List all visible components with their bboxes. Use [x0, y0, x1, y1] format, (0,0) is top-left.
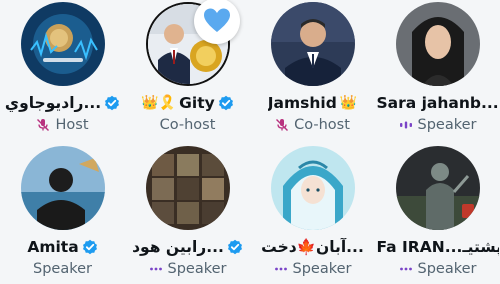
participant-tile[interactable]: Amita Speaker: [0, 146, 125, 284]
participant-name: راديوجاوي...: [4, 94, 102, 112]
participant-role: Speaker: [167, 261, 227, 277]
participant-role: Speaker: [292, 261, 352, 277]
avatar[interactable]: [395, 2, 480, 86]
participant-role: Speaker: [417, 117, 477, 133]
verified-badge-icon: [227, 239, 242, 255]
avatar[interactable]: [145, 146, 230, 230]
name-badge: 👑🎗️: [141, 95, 177, 111]
verified-badge-icon: [218, 95, 233, 111]
name-badge: 👑: [339, 95, 358, 111]
participant-tile[interactable]: رابين هود... Speaker: [125, 146, 250, 284]
avatar[interactable]: [270, 2, 355, 86]
speakers-grid: راديوجاوي... Host 👑🎗️ Gity Co-host Jamsh…: [0, 0, 500, 277]
participant-tile[interactable]: راديوجاوي... Host: [0, 2, 125, 140]
avatar[interactable]: [395, 146, 480, 230]
participant-tile[interactable]: Jamshid 👑 Co-host: [250, 2, 375, 140]
mic-muted-icon: [37, 119, 50, 131]
speaking-dots-icon: [149, 267, 162, 271]
participant-name: Amita: [27, 238, 79, 256]
participant-tile[interactable]: Sara jahanb... Speaker: [375, 2, 500, 140]
participant-role: Host: [55, 117, 89, 133]
speaking-bars-icon: [399, 121, 412, 129]
participant-role: Speaker: [417, 261, 477, 277]
participant-name: Sara jahanb...: [376, 94, 499, 112]
heart-icon: [203, 8, 230, 32]
participant-role: Co-host: [159, 117, 216, 133]
participant-role: Speaker: [33, 261, 92, 277]
participant-name: Gity: [179, 94, 215, 112]
speaking-dots-icon: [274, 267, 287, 271]
mic-muted-icon: [276, 119, 289, 131]
participant-name: Fa IRAN...پشتيـ: [376, 238, 499, 256]
participant-tile[interactable]: آبان🍁دخت... Speaker: [250, 146, 375, 284]
avatar[interactable]: [20, 146, 105, 230]
reaction-badge: [193, 0, 240, 44]
participant-tile[interactable]: 👑🎗️ Gity Co-host: [125, 0, 250, 140]
verified-badge-icon: [82, 239, 97, 255]
avatar[interactable]: [270, 146, 355, 230]
participant-name: Jamshid: [267, 94, 337, 112]
avatar[interactable]: [20, 2, 105, 86]
speaking-dots-icon: [399, 267, 412, 271]
verified-badge-icon: [105, 95, 120, 111]
participant-tile[interactable]: Fa IRAN...پشتيـ Speaker: [375, 146, 500, 284]
participant-name: آبان🍁دخت...: [261, 238, 364, 256]
participant-name: رابين هود...: [132, 238, 224, 256]
participant-role: Co-host: [294, 117, 350, 133]
